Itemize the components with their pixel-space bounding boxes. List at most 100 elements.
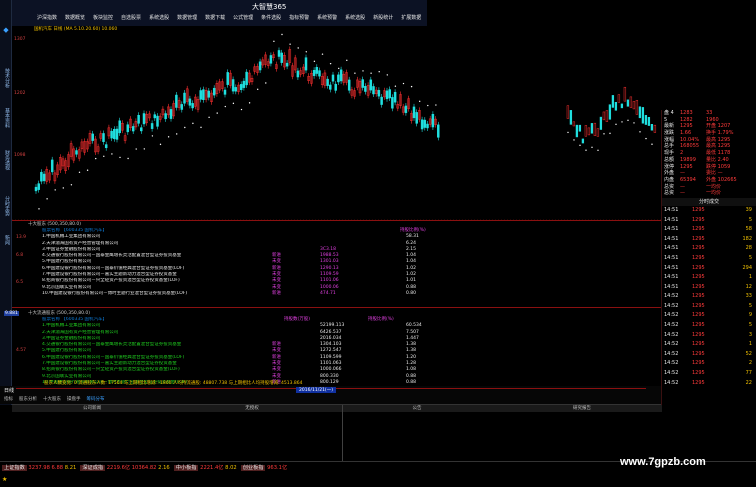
side-tab[interactable]: 财务透视 (1, 150, 11, 170)
candle-body (629, 96, 633, 108)
quote-value: 168055 (680, 143, 700, 150)
flow-title: 十大流通股东 (500,350,80.0) (28, 311, 90, 316)
candle-body (110, 130, 113, 139)
tick-time: 14:52 (664, 379, 679, 386)
menu-item[interactable]: 板块监控 (89, 14, 117, 24)
menu-item[interactable]: 沪深指数 (33, 14, 61, 24)
tick-title-label: 分时成交 (698, 198, 719, 205)
candle-body (226, 72, 229, 85)
menu-item[interactable]: 自选股票 (117, 14, 145, 24)
side-tab[interactable]: 新闻 (1, 235, 11, 245)
bottom-tab[interactable]: 十大股东 (43, 396, 61, 402)
period-label[interactable]: 日线 (4, 387, 14, 394)
sar-dot (159, 143, 162, 146)
holders-top-panel: 股票名称 【600335 国机汽车】 持股比例(%) 1.中国机械工业集团有限公… (42, 228, 572, 297)
candle-body (315, 67, 319, 74)
tick-row: 14:51 1295 182 (662, 235, 756, 245)
tick-volume: 5 (748, 302, 752, 309)
candle-body (331, 74, 335, 82)
sar-dot (86, 169, 89, 171)
menu-item[interactable]: 公式管理 (229, 14, 257, 24)
quote-extra: 换手 1.79% (706, 130, 734, 137)
tick-price: 1295 (692, 341, 705, 348)
menu-item[interactable]: 新股统计 (369, 14, 397, 24)
quote-value: 1283 (680, 110, 693, 116)
index-amount: 8.21 (64, 465, 77, 471)
bottom-tab[interactable]: 操盘手 (67, 396, 81, 402)
holders-flow-panel: 股票名称 【600335 国机汽车】 持股数(万股) 持股比例(%) 1.中国机… (42, 317, 572, 386)
quote-extra: 量比 2.40 (706, 156, 729, 163)
col-header[interactable]: 研究报告 (502, 405, 662, 412)
sar-dot (370, 72, 372, 74)
sar-dot (354, 72, 356, 74)
bottom-tab[interactable]: 指标 (4, 396, 13, 402)
menu-item[interactable]: 指标预警 (285, 14, 313, 24)
candle-body (40, 171, 43, 182)
candle-body (137, 115, 140, 124)
candle-body (277, 50, 281, 57)
col-header[interactable]: 公司新闻 (12, 405, 172, 412)
sar-dot (346, 59, 348, 62)
side-tab[interactable]: 技术分析 (1, 68, 11, 88)
bottom-tab[interactable]: 筹码分布 (87, 396, 105, 402)
quote-value: 10.04% (680, 136, 700, 143)
side-tab[interactable]: 分时走势 (1, 196, 11, 216)
tick-time: 14:51 (664, 274, 679, 281)
menu-item[interactable]: 数据管理 (173, 14, 201, 24)
candle-body (153, 114, 157, 119)
sar-dot (119, 156, 121, 159)
menu-item[interactable]: 系统预警 (313, 14, 341, 24)
tick-price: 1295 (692, 302, 705, 309)
index-item[interactable]: 深证成指 2219.6亿 10364.82 2.16 (80, 464, 170, 471)
tick-row: 14:52 1295 5 (662, 321, 756, 331)
sar-dot (362, 70, 364, 72)
star-icon[interactable]: ★ (2, 476, 7, 483)
index-item[interactable]: 创业板指 963.1亿 (240, 464, 287, 471)
sar-dot (248, 102, 251, 104)
menu-item[interactable]: 系统选股 (145, 14, 173, 24)
quote-extra: 委比 — (706, 170, 723, 177)
index-item[interactable]: 中小板指 2221.4亿 8.02 (173, 464, 237, 471)
tick-time: 14:52 (664, 360, 679, 367)
index-value: 3237.98 (28, 465, 50, 471)
tick-price: 1295 (692, 216, 705, 223)
bottom-tab[interactable]: 股东分析 (19, 396, 37, 402)
tick-volume: 2 (748, 360, 752, 367)
candle-body (361, 79, 364, 88)
side-value: 6.5 (16, 280, 24, 285)
tick-time: 14:51 (664, 226, 679, 233)
candle-body (234, 87, 238, 92)
sar-dot (62, 187, 64, 189)
sar-dot (305, 51, 307, 53)
quote-value: 19899 (680, 156, 696, 163)
sar-dot (240, 108, 243, 111)
sar-dot (273, 40, 275, 43)
tick-volume: 52 (745, 350, 752, 357)
quote-row: 内盘 65394 外盘 102665 (662, 177, 756, 184)
candle-body (239, 84, 243, 91)
menu-item[interactable]: 系统选股 (341, 14, 369, 24)
candle-body (169, 109, 173, 119)
watermark: www.7gpzb.com (620, 456, 706, 468)
side-tab[interactable]: 基本资料 (1, 108, 11, 128)
tick-volume: 5 (748, 254, 752, 261)
menu-item[interactable]: 数据概览 (61, 14, 89, 24)
menu-item[interactable]: 条件选股 (257, 14, 285, 24)
tick-row: 14:51 1295 5 (662, 254, 756, 264)
candle-body (164, 113, 167, 120)
home-icon[interactable]: ◆ (1, 26, 11, 36)
candle-body (393, 91, 397, 103)
quote-value: 1295 (680, 163, 693, 170)
tick-time: 14:51 (664, 216, 679, 223)
menu-item[interactable]: 数据下载 (201, 14, 229, 24)
index-item[interactable]: 上证指数 3237.98 6.88 8.21 (2, 464, 76, 471)
sar-dot (38, 208, 40, 210)
tick-row: 14:51 1295 39 (662, 206, 756, 216)
candle-body (118, 120, 121, 134)
col-header[interactable]: 无授权 (172, 405, 332, 412)
quote-value: — (680, 183, 685, 190)
col-header[interactable]: 公告 (332, 405, 502, 412)
tick-volume: 294 (742, 264, 752, 271)
menu-item[interactable]: 扩展数据 (397, 14, 425, 24)
holder-status: 新进 (272, 290, 281, 296)
